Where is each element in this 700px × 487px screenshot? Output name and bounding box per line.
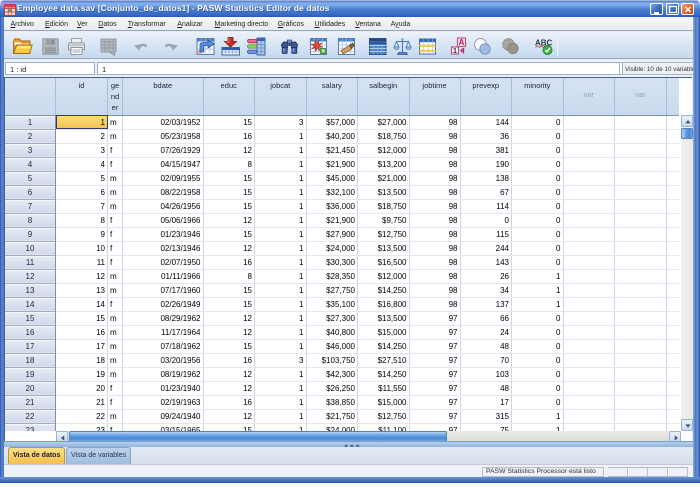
svg-text:1: 1 — [452, 46, 456, 55]
svg-text:A: A — [458, 38, 464, 47]
